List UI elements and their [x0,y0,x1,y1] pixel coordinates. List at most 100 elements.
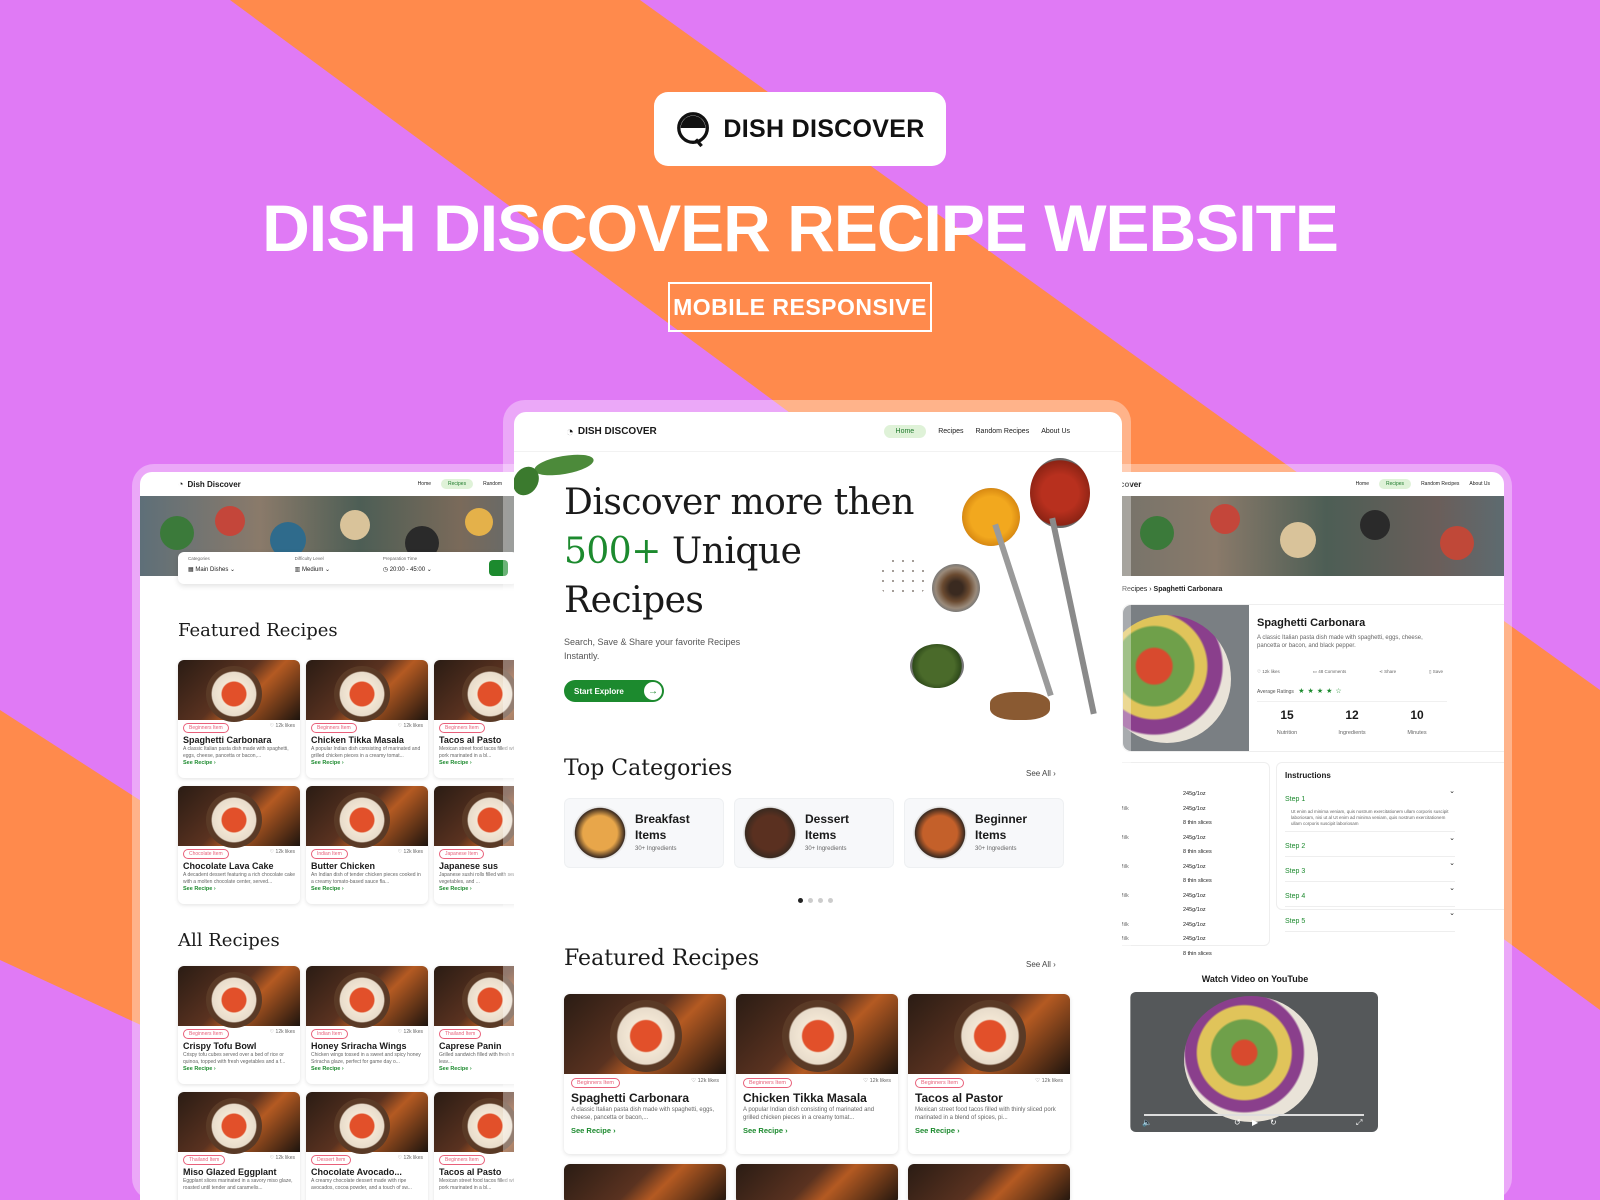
left-brand[interactable]: ◔ Dish Discover [178,479,241,489]
likes[interactable]: ♡ 12k likes [270,1155,295,1165]
recipe-title: Tacos al Pastor [915,1091,1003,1105]
volume-icon[interactable]: 🔈 [1142,1118,1152,1127]
chevron-right-icon: › [468,1066,472,1072]
recipe-card[interactable]: Dessert Item ♡ 12k likes Chocolate Avocado… [306,1092,428,1200]
step-accordion[interactable]: Step 1 ⌄ Ut enim ad minima veniam, quis no… [1285,785,1455,832]
likes[interactable]: ♡ 12k likes [270,1029,295,1039]
category-card[interactable]: Breakfast Items 30+ Ingredients [564,798,724,868]
fullscreen-icon[interactable]: ⤢ [1356,1118,1362,1128]
star-empty-icon[interactable]: ☆ [1335,688,1341,695]
recipe-card-partial[interactable] [736,1164,898,1200]
right-nav-home[interactable]: Home [1356,481,1369,487]
recipe-desc: A popular Indian dish consisting of mari… [743,1107,875,1121]
likes[interactable]: ♡ 12k likes [270,723,295,733]
step-accordion[interactable]: Step 4 ⌄ [1285,882,1455,907]
filter-difficulty[interactable]: Difficulty Level ▥ Medium ⌄ [295,556,369,580]
step-accordion[interactable]: Step 5 ⌄ [1285,907,1455,932]
see-recipe-link[interactable]: See Recipe › [306,759,428,767]
share-action[interactable]: ⋖ Share [1379,669,1396,675]
video-player[interactable]: 🔈 ↺ ▶ ↻ ⤢ [1130,992,1378,1132]
left-nav-random[interactable]: Random [483,481,502,487]
see-recipe-link[interactable]: See Recipe › [178,885,300,893]
star-filled-icon[interactable]: ★ [1308,688,1314,695]
recipe-card[interactable]: Thailand Item ♡ 12k likes Miso Glazed Eggp… [178,1092,300,1200]
star-filled-icon[interactable]: ★ [1298,688,1304,695]
nav-recipes[interactable]: Recipes [938,428,963,435]
likes[interactable]: ♡ 12k likes [398,849,423,859]
play-icon[interactable]: ▶ [1252,1118,1258,1127]
likes[interactable]: ♡ 12k likes [398,723,423,733]
clock-icon: ◷ [382,566,390,573]
star-filled-icon[interactable]: ★ [1317,688,1323,695]
recipe-image [178,966,300,1028]
forward-icon[interactable]: ↻ [1270,1118,1277,1127]
category-card[interactable]: Dessert Items 30+ Ingredients [734,798,894,868]
see-all-featured-link[interactable]: See All › [1026,960,1056,969]
likes[interactable]: ♡ 12k likes [398,1029,423,1039]
see-recipe-link[interactable]: See Recipe › [178,1065,300,1073]
see-recipe-link[interactable]: See Recipe › [178,759,300,767]
center-brand[interactable]: ◔ DISH DISCOVER [566,424,657,439]
recipe-card[interactable]: Indian Item ♡ 12k likes Butter Chicken An I… [306,786,428,904]
likes[interactable]: ♡ 12k likes [863,1078,891,1088]
save-action[interactable]: ▯ Save [1429,669,1443,675]
ingredient-qty: 8 thin slices [1183,820,1212,826]
likes-count: 12k likes [403,1029,423,1035]
categories-carousel: Breakfast Items 30+ Ingredients Dessert It… [564,798,1064,868]
left-nav-recipes[interactable]: Recipes [441,479,474,489]
likes-count: 12k likes [1041,1078,1063,1084]
ingredient-qty: 245g/1oz [1183,921,1206,928]
nav-random-recipes[interactable]: Random Recipes [976,428,1030,435]
see-recipe-link[interactable]: See Recipe › [908,1125,1070,1136]
recipe-card[interactable]: Beginners Item ♡ 12k likes Spaghetti Carbo… [178,660,300,778]
step-accordion[interactable]: Step 2 ⌄ [1285,832,1455,857]
carousel-dot[interactable] [808,898,813,903]
recipe-card[interactable]: Beginners Item ♡ 12k likes Spaghetti Carbo… [564,994,726,1154]
see-recipe-link[interactable]: See Recipe › [306,885,428,893]
chevron-right-icon: › [212,1066,216,1072]
like-action[interactable]: ♡ 12k likes [1257,669,1280,675]
filter-categories[interactable]: Categories ▦ Main Dishes ⌄ [188,556,281,580]
recipe-card[interactable]: Beginners Item ♡ 12k likes Chicken Tikka M… [736,994,898,1154]
star-filled-icon[interactable]: ★ [1326,688,1332,695]
center-navbar: ◔ DISH DISCOVER Home Recipes Random Reci… [514,412,1122,452]
category-card[interactable]: Beginner Items 30+ Ingredients [904,798,1064,868]
nav-about-us[interactable]: About Us [1041,428,1070,435]
likes[interactable]: ♡ 12k likes [1035,1078,1063,1088]
recipe-image [564,994,726,1074]
rating-stars[interactable]: ★ ★ ★ ★ ☆ [1298,688,1344,695]
video-progress-bar[interactable] [1144,1114,1364,1116]
recipe-card-partial[interactable] [564,1164,726,1200]
recipe-card[interactable]: Beginners Item ♡ 12k likes Crispy Tofu Bow… [178,966,300,1084]
carousel-dot-active[interactable] [798,898,803,903]
filter-prep-time[interactable]: Preparation Time ◷ 20:00 - 45:00 ⌄ [383,556,476,580]
recipe-card[interactable]: Indian Item ♡ 12k likes Honey Sriracha Win… [306,966,428,1084]
left-nav-home[interactable]: Home [418,481,431,487]
recipe-title: Crispy Tofu Bowl [183,1041,257,1051]
category-tag: Beginners Item [571,1078,620,1088]
right-nav-random[interactable]: Random Recipes [1421,481,1459,487]
right-nav-recipes[interactable]: Recipes [1378,479,1412,489]
likes[interactable]: ♡ 12k likes [270,849,295,859]
category-tag: Beginners Item [439,723,485,733]
see-recipe-link[interactable]: See Recipe › [306,1065,428,1073]
rewind-icon[interactable]: ↺ [1234,1118,1241,1127]
recipe-stats: 15 Nutrition 12 Ingredients 10 Minutes [1257,701,1447,745]
recipe-card[interactable]: Chocolate Item ♡ 12k likes Chocolate Lava … [178,786,300,904]
step-accordion[interactable]: Step 3 ⌄ [1285,857,1455,882]
start-explore-button[interactable]: Start Explore → [564,680,664,702]
likes[interactable]: ♡ 12k likes [398,1155,423,1165]
recipe-title: Chocolate Avocado... [311,1167,402,1177]
carousel-dot[interactable] [828,898,833,903]
likes[interactable]: ♡ 12k likes [691,1078,719,1088]
nav-home[interactable]: Home [883,425,927,438]
see-recipe-link[interactable]: See Recipe › [564,1125,726,1136]
carousel-dot[interactable] [818,898,823,903]
recipe-card[interactable]: Beginners Item ♡ 12k likes Tacos al Pastor… [908,994,1070,1154]
recipe-card-partial[interactable] [908,1164,1070,1200]
see-all-categories-link[interactable]: See All › [1026,769,1056,778]
recipe-card[interactable]: Beginners Item ♡ 12k likes Chicken Tikka M… [306,660,428,778]
see-recipe-link[interactable]: See Recipe › [736,1125,898,1136]
comments-action[interactable]: ▭ 48 Comments [1313,669,1347,675]
right-nav-about[interactable]: About Us [1469,481,1490,487]
